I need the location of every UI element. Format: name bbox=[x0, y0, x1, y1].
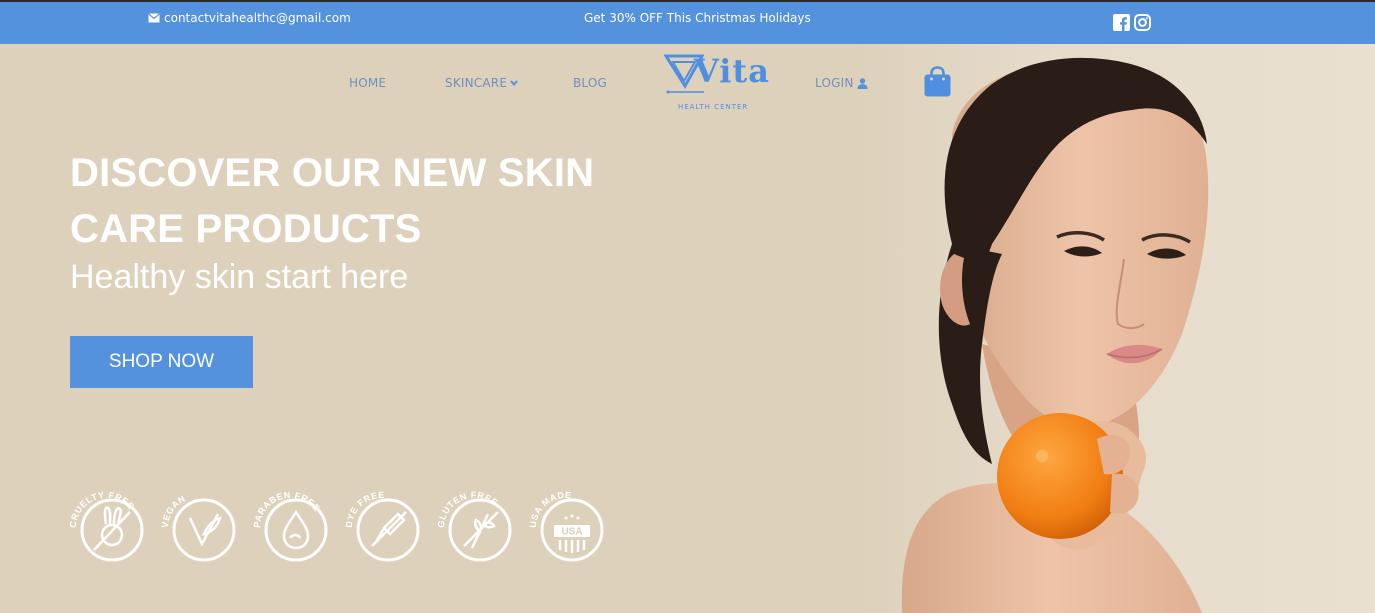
shop-now-button[interactable]: SHOP NOW bbox=[70, 336, 253, 388]
badge-label: CRUELTY FREE bbox=[68, 490, 136, 528]
social-links bbox=[1113, 14, 1151, 31]
hero-headline: DISCOVER OUR NEW SKIN CARE PRODUCTS bbox=[70, 145, 630, 257]
vita-logo[interactable]: Vita HEALTH CENTER bbox=[664, 48, 769, 112]
nav-skincare-label: SKINCARE bbox=[445, 76, 508, 90]
usa-made-badge: USA MADE USA bbox=[528, 490, 604, 562]
hero-headline-line1: DISCOVER OUR NEW SKIN bbox=[70, 151, 595, 195]
top-bar: contactvitahealthc@gmail.com Get 30% OFF… bbox=[0, 0, 1375, 44]
envelope-icon bbox=[148, 13, 160, 23]
nav-login[interactable]: LOGIN bbox=[815, 76, 868, 90]
shopping-bag-icon[interactable] bbox=[924, 66, 951, 97]
dropper-icon bbox=[371, 511, 407, 547]
hero-headline-line2: CARE PRODUCTS bbox=[70, 207, 422, 251]
badge-label: DYE FREE bbox=[344, 490, 384, 528]
product-badges: CRUELTY FREE VEGAN PARABEN FREE DYE FREE… bbox=[64, 480, 608, 564]
badge-label: PARABEN FREE bbox=[252, 490, 322, 528]
svg-text:DYE FREE: DYE FREE bbox=[344, 490, 385, 528]
logo-subtitle: HEALTH CENTER bbox=[678, 103, 749, 111]
svg-text:USA: USA bbox=[561, 527, 582, 538]
logo-wordmark: Vita bbox=[694, 52, 770, 90]
bunny-icon bbox=[93, 506, 131, 551]
instagram-icon[interactable] bbox=[1134, 14, 1151, 31]
droplet-icon bbox=[282, 509, 310, 550]
dye-free-badge: DYE FREE bbox=[344, 490, 420, 562]
svg-text:PARABEN FREE: PARABEN FREE bbox=[252, 490, 322, 528]
nav-home[interactable]: HOME bbox=[349, 76, 386, 90]
nav-skincare[interactable]: SKINCARE bbox=[445, 76, 518, 90]
gluten-free-badge: GLUTEN FREE bbox=[436, 490, 512, 562]
usa-seal-icon: USA bbox=[554, 514, 590, 553]
main-nav: HOME SKINCARE BLOG Vita HEALTH CENTER LO… bbox=[0, 44, 1375, 134]
paraben-free-badge: PARABEN FREE bbox=[252, 490, 328, 562]
nav-login-label: LOGIN bbox=[815, 76, 854, 90]
chevron-down-icon bbox=[510, 80, 518, 86]
hero-section: HOME SKINCARE BLOG Vita HEALTH CENTER LO… bbox=[0, 44, 1375, 613]
nav-blog[interactable]: BLOG bbox=[573, 76, 607, 90]
leaf-v-icon bbox=[188, 513, 222, 547]
cruelty-free-badge: CRUELTY FREE bbox=[68, 490, 144, 562]
user-icon bbox=[857, 77, 868, 89]
nav-blog-label: BLOG bbox=[573, 76, 608, 90]
promo-banner: Get 30% OFF This Christmas Holidays bbox=[584, 11, 811, 25]
hero-subheading: Healthy skin start here bbox=[70, 258, 409, 296]
vegan-badge: VEGAN bbox=[160, 493, 236, 562]
contact-email[interactable]: contactvitahealthc@gmail.com bbox=[148, 11, 351, 25]
contact-email-text: contactvitahealthc@gmail.com bbox=[164, 11, 351, 25]
svg-text:CRUELTY FREE: CRUELTY FREE bbox=[68, 490, 137, 528]
nav-home-label: HOME bbox=[349, 76, 387, 90]
facebook-icon[interactable] bbox=[1113, 14, 1130, 31]
wheat-icon bbox=[463, 511, 499, 549]
